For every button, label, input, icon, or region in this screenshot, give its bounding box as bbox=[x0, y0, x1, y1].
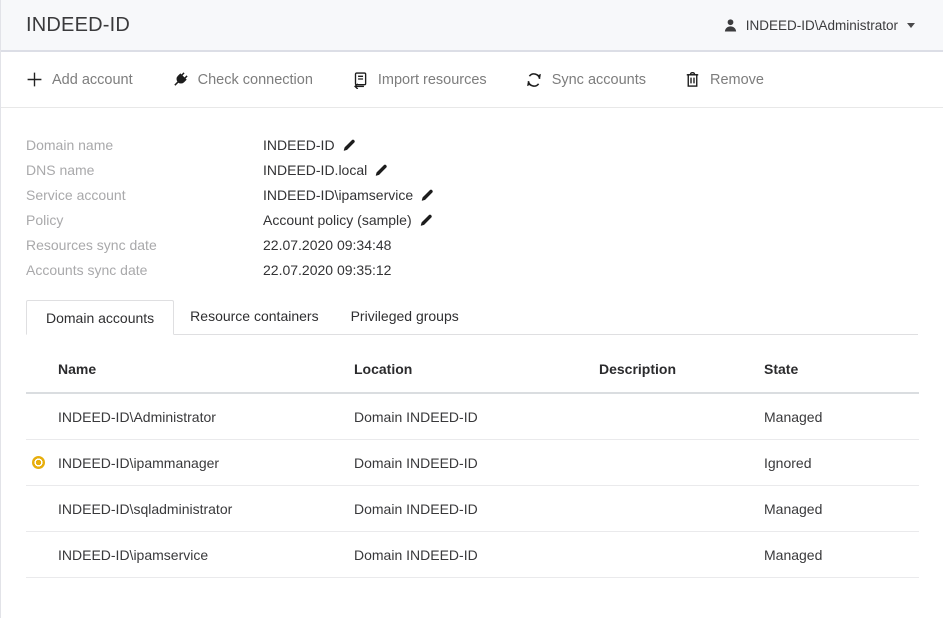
detail-label: Policy bbox=[26, 212, 263, 228]
pencil-icon bbox=[420, 190, 434, 205]
domain-name-value: INDEED-ID bbox=[263, 137, 335, 153]
detail-row-domain-name: Domain name INDEED-ID bbox=[26, 132, 918, 157]
cell-state: Managed bbox=[764, 501, 919, 517]
dns-name-value: INDEED-ID.local bbox=[263, 162, 367, 178]
import-resources-button[interactable]: Import resources bbox=[351, 71, 487, 89]
detail-label: DNS name bbox=[26, 162, 263, 178]
policy-value: Account policy (sample) bbox=[263, 212, 412, 228]
app-window: INDEED-ID INDEED-ID\Administrator Add ac… bbox=[0, 0, 943, 618]
edit-service-account-button[interactable] bbox=[420, 188, 434, 202]
detail-row-accounts-sync-date: Accounts sync date 22.07.2020 09:35:12 bbox=[26, 257, 918, 282]
check-connection-button[interactable]: Check connection bbox=[171, 71, 313, 89]
table-row[interactable]: INDEED-ID\ipammanager Domain INDEED-ID I… bbox=[26, 440, 919, 486]
detail-row-service-account: Service account INDEED-ID\ipamservice bbox=[26, 182, 918, 207]
sync-icon bbox=[525, 71, 543, 89]
cell-location: Domain INDEED-ID bbox=[354, 547, 599, 563]
table-header-row: Name Location Description State bbox=[26, 335, 919, 394]
cell-location: Domain INDEED-ID bbox=[354, 409, 599, 425]
user-menu[interactable]: INDEED-ID\Administrator bbox=[722, 17, 915, 34]
detail-label: Accounts sync date bbox=[26, 262, 263, 278]
remove-button[interactable]: Remove bbox=[684, 71, 764, 88]
trash-icon bbox=[684, 71, 701, 88]
chevron-down-icon bbox=[907, 23, 915, 28]
add-account-button[interactable]: Add account bbox=[26, 71, 133, 88]
page-header: INDEED-ID INDEED-ID\Administrator bbox=[1, 0, 943, 52]
cell-state: Managed bbox=[764, 547, 919, 563]
cell-name: INDEED-ID\ipammanager bbox=[26, 455, 354, 471]
table-row[interactable]: INDEED-ID\sqladministrator Domain INDEED… bbox=[26, 486, 919, 532]
edit-dns-name-button[interactable] bbox=[374, 163, 388, 177]
detail-row-resources-sync-date: Resources sync date 22.07.2020 09:34:48 bbox=[26, 232, 918, 257]
import-icon bbox=[351, 71, 369, 89]
column-header-name: Name bbox=[26, 361, 354, 377]
service-account-value: INDEED-ID\ipamservice bbox=[263, 187, 413, 203]
pencil-icon bbox=[419, 215, 433, 230]
sync-accounts-button[interactable]: Sync accounts bbox=[525, 71, 646, 89]
tab-resource-containers[interactable]: Resource containers bbox=[174, 299, 334, 334]
detail-label: Resources sync date bbox=[26, 237, 263, 253]
ignored-status-icon bbox=[32, 456, 45, 469]
toolbar: Add account Check connection bbox=[1, 52, 943, 108]
resources-sync-date-value: 22.07.2020 09:34:48 bbox=[263, 237, 391, 253]
cell-location: Domain INDEED-ID bbox=[354, 501, 599, 517]
column-header-description: Description bbox=[599, 361, 764, 377]
cell-state: Managed bbox=[764, 409, 919, 425]
accounts-table: Name Location Description State INDEED-I… bbox=[26, 335, 919, 578]
cell-name: INDEED-ID\Administrator bbox=[26, 409, 354, 425]
cell-name: INDEED-ID\ipamservice bbox=[26, 547, 354, 563]
cell-location: Domain INDEED-ID bbox=[354, 455, 599, 471]
cell-name: INDEED-ID\sqladministrator bbox=[26, 501, 354, 517]
detail-row-policy: Policy Account policy (sample) bbox=[26, 207, 918, 232]
user-icon bbox=[722, 17, 739, 34]
user-label: INDEED-ID\Administrator bbox=[746, 18, 898, 33]
detail-row-dns-name: DNS name INDEED-ID.local bbox=[26, 157, 918, 182]
pencil-icon bbox=[374, 165, 388, 180]
cell-state: Ignored bbox=[764, 455, 919, 471]
table-row[interactable]: INDEED-ID\ipamservice Domain INDEED-ID M… bbox=[26, 532, 919, 578]
tab-privileged-groups[interactable]: Privileged groups bbox=[335, 299, 475, 334]
tab-bar: Domain accounts Resource containers Priv… bbox=[26, 299, 918, 335]
column-header-location: Location bbox=[354, 361, 599, 377]
plug-icon bbox=[171, 71, 189, 89]
accounts-sync-date-value: 22.07.2020 09:35:12 bbox=[263, 262, 391, 278]
detail-label: Domain name bbox=[26, 137, 263, 153]
column-header-state: State bbox=[764, 361, 919, 377]
plus-icon bbox=[26, 71, 43, 88]
edit-domain-name-button[interactable] bbox=[342, 138, 356, 152]
tab-domain-accounts[interactable]: Domain accounts bbox=[26, 300, 174, 335]
pencil-icon bbox=[342, 140, 356, 155]
detail-label: Service account bbox=[26, 187, 263, 203]
domain-details: Domain name INDEED-ID DNS name INDEED-ID… bbox=[1, 108, 943, 282]
page-title: INDEED-ID bbox=[26, 14, 130, 37]
table-row[interactable]: INDEED-ID\Administrator Domain INDEED-ID… bbox=[26, 394, 919, 440]
edit-policy-button[interactable] bbox=[419, 213, 433, 227]
